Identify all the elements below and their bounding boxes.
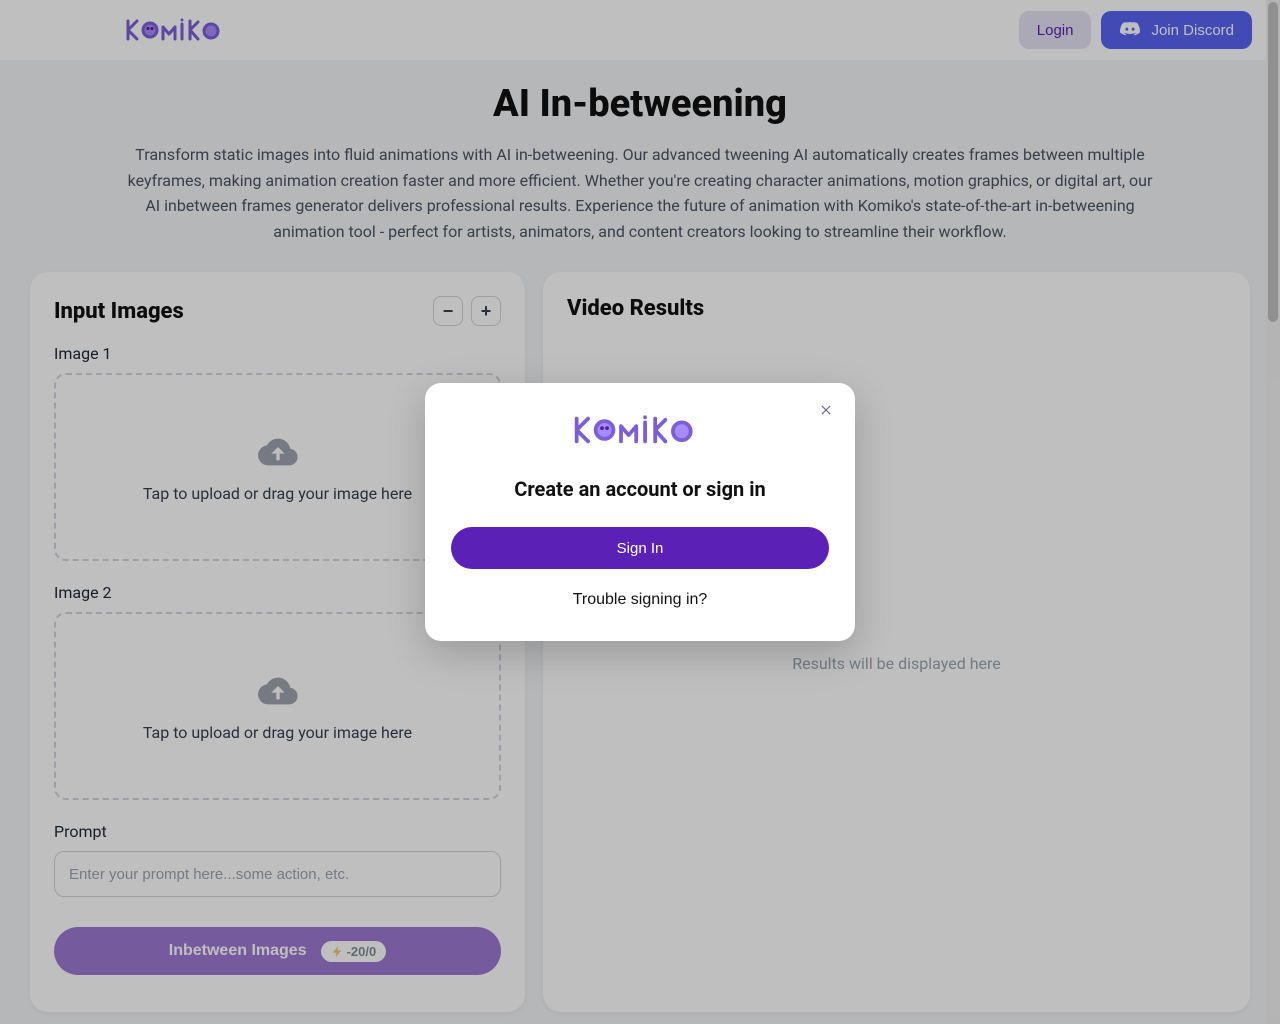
- signin-modal: Create an account or sign in Sign In Tro…: [425, 383, 855, 641]
- modal-logo: [451, 411, 829, 449]
- modal-overlay[interactable]: Create an account or sign in Sign In Tro…: [0, 0, 1280, 1024]
- modal-title: Create an account or sign in: [451, 477, 829, 501]
- modal-close-button[interactable]: [815, 399, 837, 421]
- close-icon: [819, 403, 833, 417]
- signin-button[interactable]: Sign In: [451, 527, 829, 569]
- komiko-logo-icon: [490, 411, 790, 449]
- trouble-signing-in-link[interactable]: Trouble signing in?: [451, 591, 829, 609]
